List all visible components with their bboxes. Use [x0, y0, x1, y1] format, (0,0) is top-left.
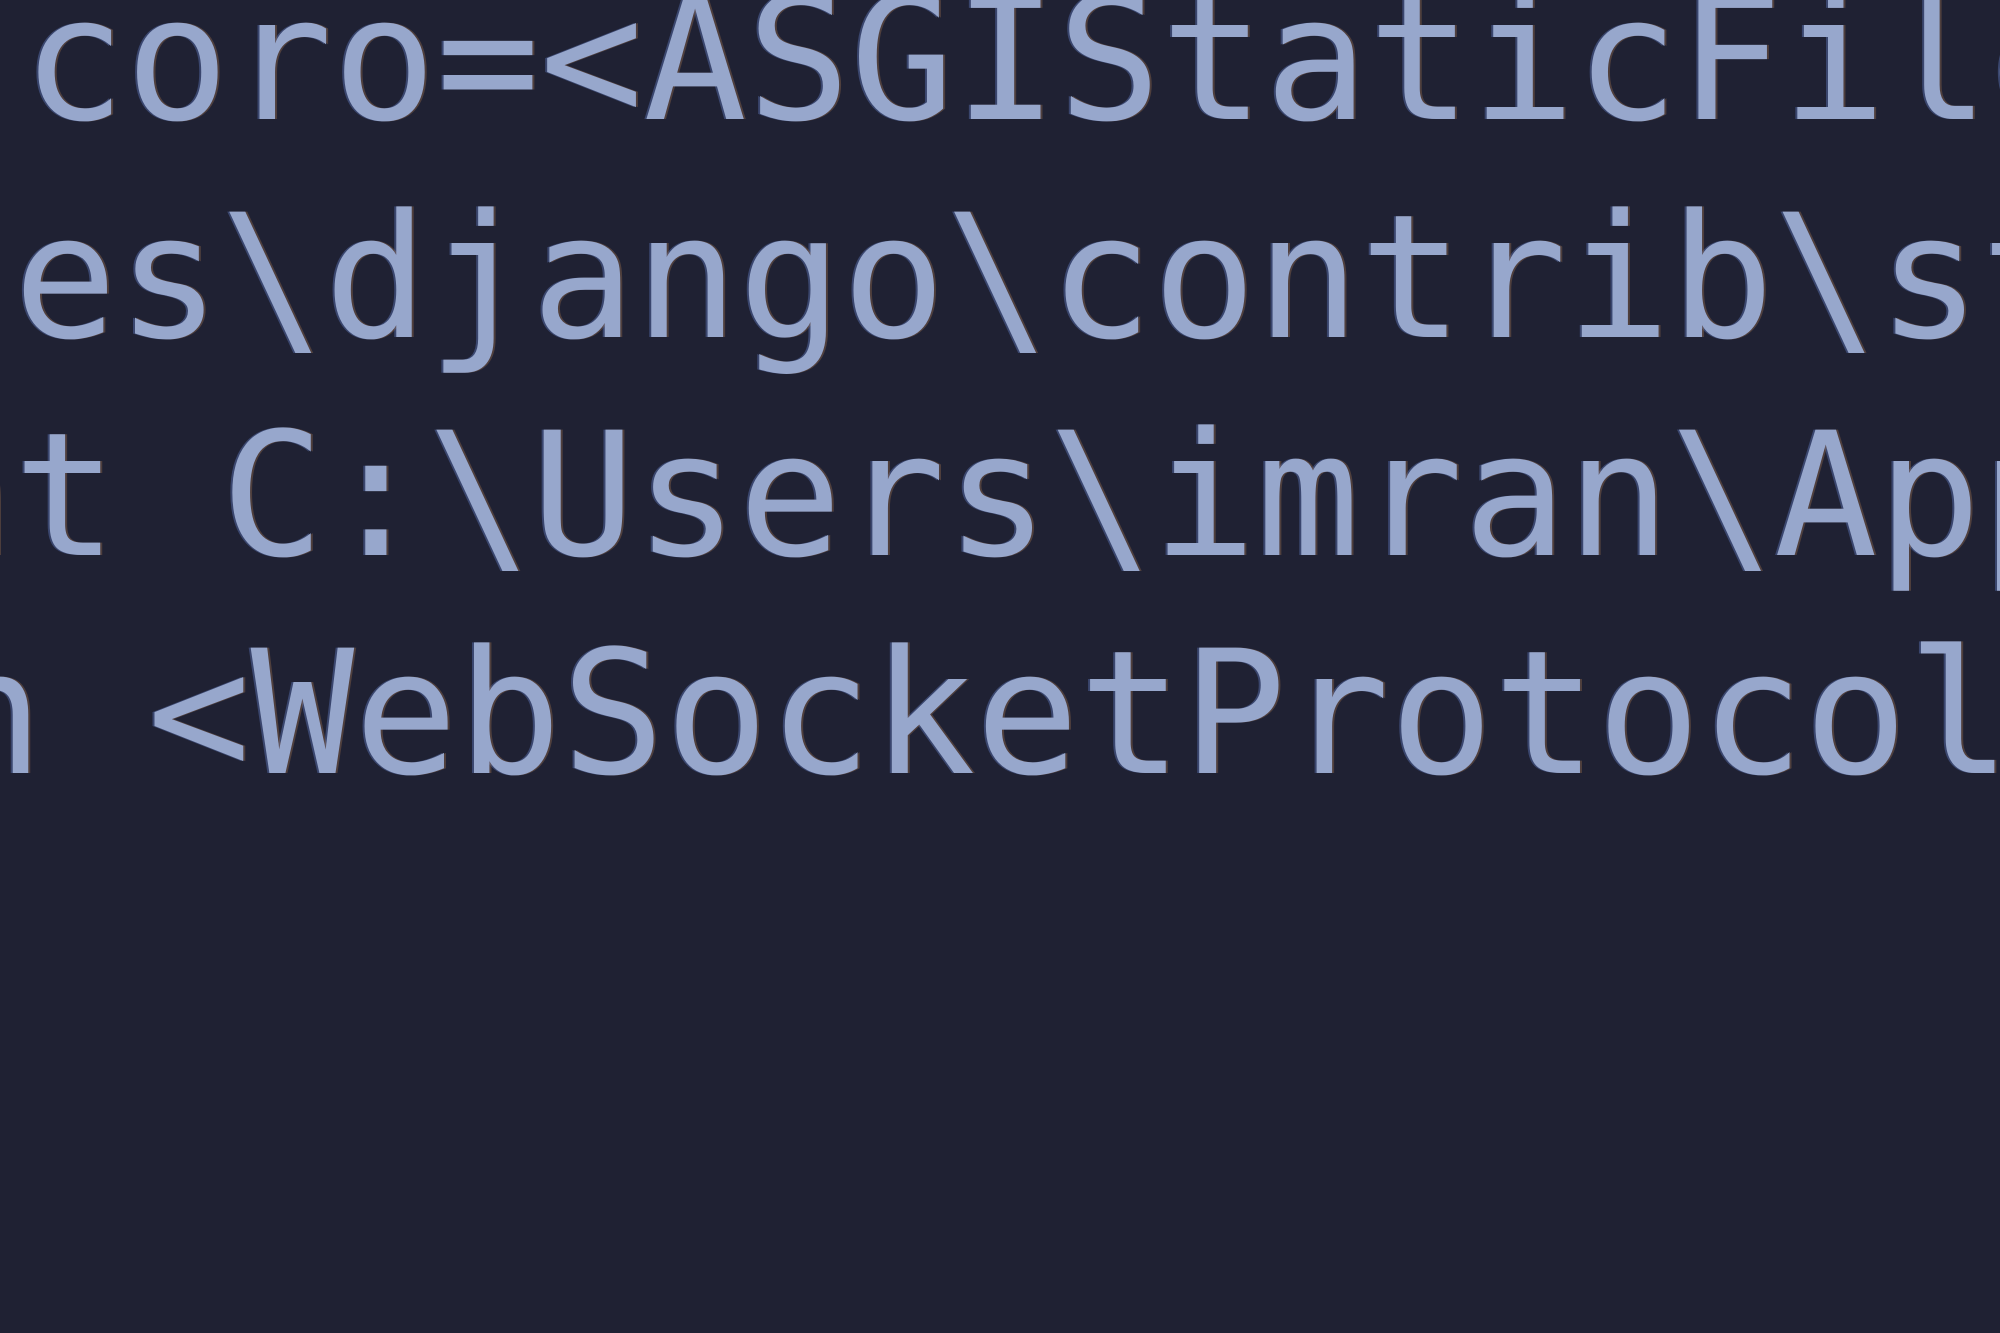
- terminal-line: n <WebSocketProtocol: [0, 613, 2000, 814]
- terminal-output: coro=<ASGIStaticFile ges\django\contrib\…: [0, 0, 2000, 1333]
- terminal-line: coro=<ASGIStaticFile: [22, 0, 2000, 160]
- terminal-line: ges\django\contrib\st: [0, 177, 2000, 378]
- terminal-line: at C:\Users\imran\AppD: [0, 395, 2000, 596]
- terminal-blank-area[interactable]: [0, 860, 2000, 1333]
